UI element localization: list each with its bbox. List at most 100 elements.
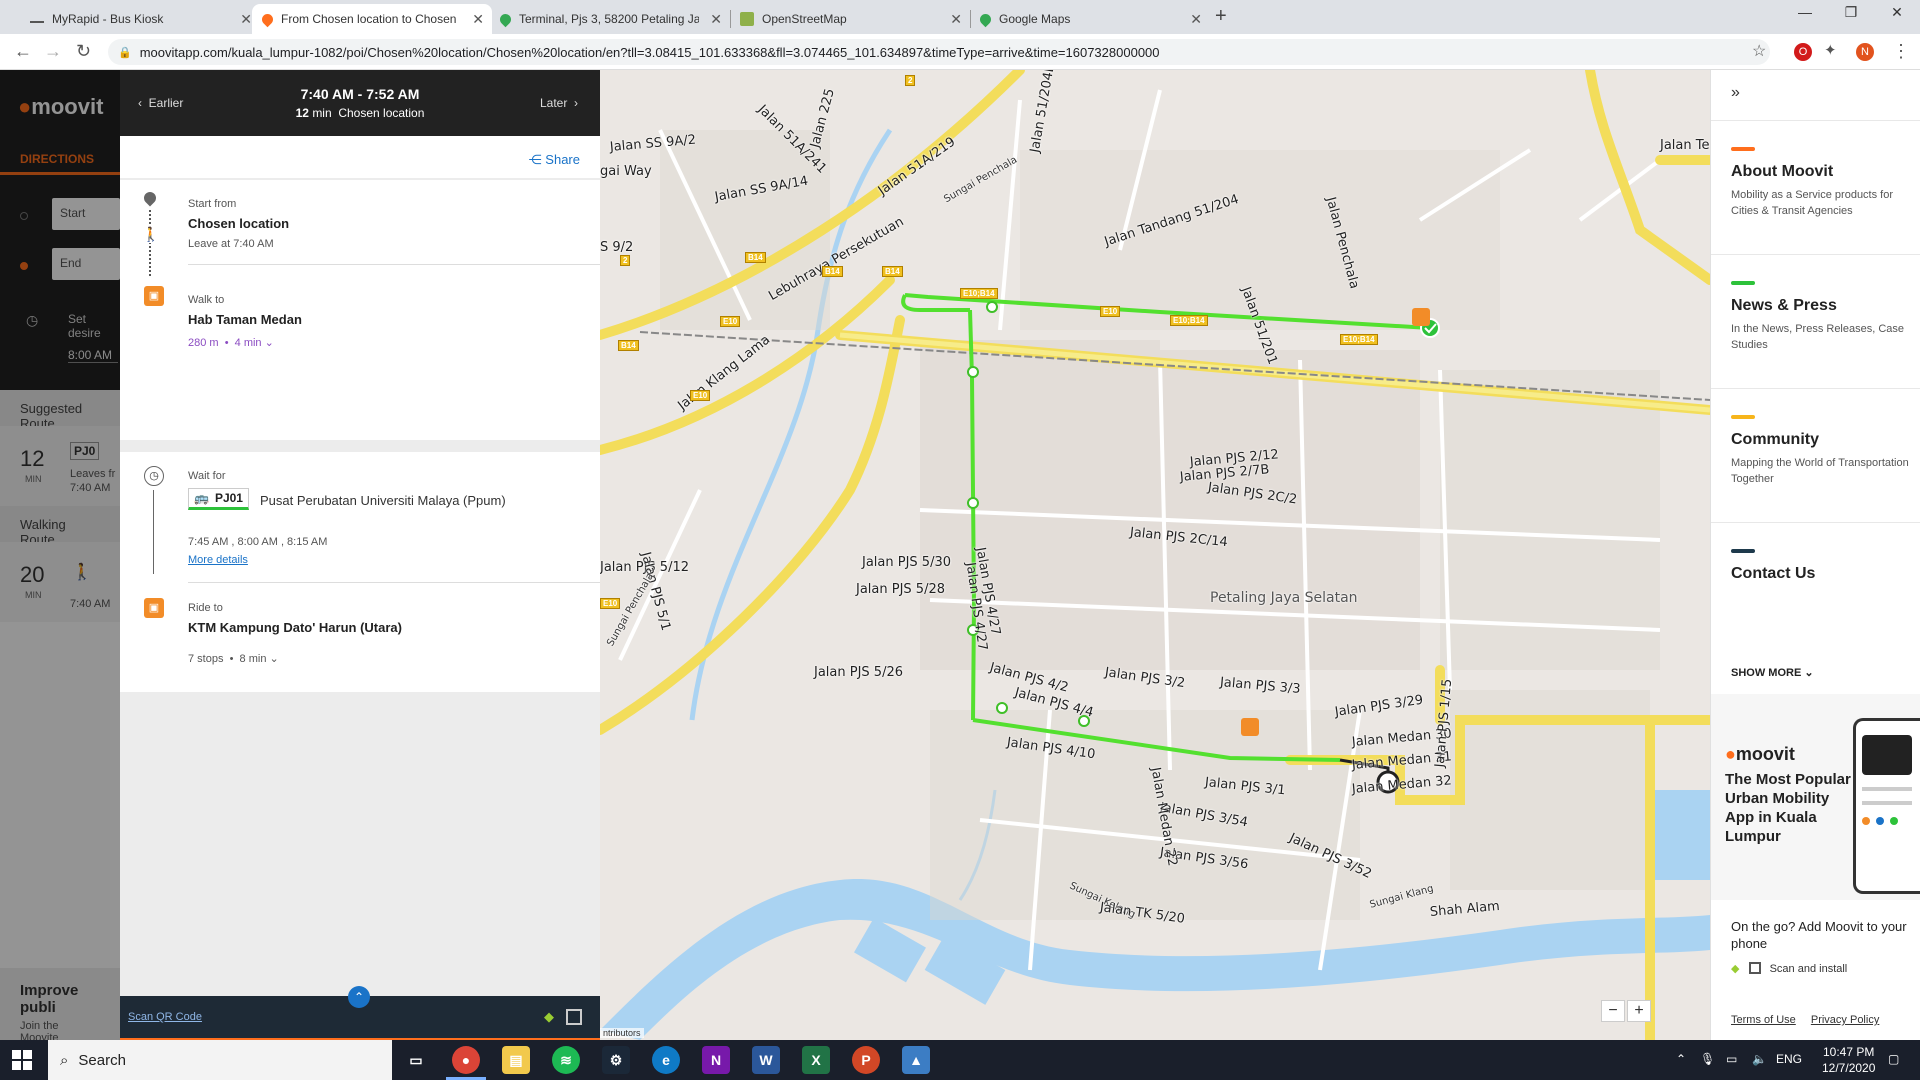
chevron-up-icon[interactable]: ⌃ (348, 986, 370, 1008)
divider (188, 264, 600, 265)
new-tab-button[interactable]: + (1215, 5, 1227, 28)
steps-card-2: ◷ Wait for 🚌 PJ01 Pusat Perubatan Univer… (120, 452, 600, 692)
maps-pin-icon (977, 11, 994, 27)
mini-icon (30, 15, 44, 23)
close-icon[interactable]: ✕ (1190, 11, 1202, 28)
item-desc: In the News, Press Releases, Case Studie… (1731, 323, 1905, 351)
more-details-link[interactable]: More details (188, 554, 248, 566)
sidebar-item-community[interactable]: Community Mapping the World of Transport… (1711, 388, 1920, 522)
sidebar-item-contact[interactable]: Contact Us (1711, 522, 1920, 656)
close-icon[interactable]: ✕ (472, 11, 484, 28)
notifications-icon[interactable]: ▢ (1888, 1052, 1899, 1066)
panel-header: ‹ Earlier 7:40 AM - 7:52 AM 12 min Chose… (120, 70, 600, 136)
chevron-up-icon[interactable]: ⌃ (1676, 1052, 1686, 1066)
street-label: Jalan PJS 5/28 (856, 582, 946, 597)
tab-openstreetmap[interactable]: OpenStreetMap ✕ (730, 4, 970, 34)
taskbar-search[interactable]: ⌕ Search (48, 1040, 392, 1080)
clock[interactable]: 10:47 PM 12/7/2020 (1822, 1044, 1875, 1076)
minimize-button[interactable]: — (1782, 4, 1828, 20)
microphone-icon[interactable]: 🎙 (1700, 1052, 1715, 1066)
item-desc: Mapping the World of Transportation Toge… (1731, 457, 1909, 485)
android-icon: ◆ (544, 1009, 554, 1024)
file-explorer-icon[interactable]: ▤ (502, 1046, 530, 1074)
tab-label: Terminal, Pjs 3, 58200 Petaling Ja (519, 12, 699, 26)
bookmark-star-icon[interactable]: ☆ (1752, 41, 1766, 61)
line-badge[interactable]: 🚌 PJ01 (188, 488, 249, 510)
language-indicator[interactable]: ENG (1776, 1052, 1802, 1066)
road-shield: 2 (905, 75, 916, 86)
directions-panel: ‹ Earlier 7:40 AM - 7:52 AM 12 min Chose… (120, 70, 600, 1040)
road-shield: 2 (620, 255, 631, 266)
app-promo[interactable]: ●moovit The Most Popular Urban Mobility … (1711, 694, 1920, 900)
forward-icon[interactable]: → (44, 41, 62, 62)
step-label: Wait for (188, 470, 226, 482)
later-button[interactable]: Later › (540, 96, 578, 110)
map-canvas (600, 70, 1710, 1040)
photos-icon[interactable]: ▲ (902, 1046, 930, 1074)
collapse-sidebar-icon[interactable]: » (1731, 84, 1740, 102)
window-close-button[interactable]: ✕ (1874, 4, 1920, 21)
show-more-button[interactable]: SHOW MORE ⌄ (1731, 666, 1814, 679)
edge-icon[interactable]: e (652, 1046, 680, 1074)
street-label: Jalan Te (1660, 138, 1710, 153)
powerpoint-icon[interactable]: P (852, 1046, 880, 1074)
tab-label: From Chosen location to Chosen (281, 12, 457, 26)
reload-icon[interactable]: ↻ (76, 41, 91, 62)
spotify-icon[interactable]: ≋ (552, 1046, 580, 1074)
tab-label: MyRapid - Bus Kiosk (52, 12, 164, 26)
volume-icon[interactable]: 🔈 (1752, 1052, 1767, 1066)
chrome-icon[interactable]: ● (452, 1046, 480, 1074)
word-icon[interactable]: W (752, 1046, 780, 1074)
close-icon[interactable]: ✕ (710, 11, 722, 28)
road-shield: E10;B14 (1170, 315, 1208, 326)
panel-footer: ⌃ Scan QR Code ◆ (120, 986, 600, 1040)
tab-mybus-kiosk[interactable]: MyRapid - Bus Kiosk ✕ (20, 4, 260, 34)
share-icon: ⋲ (528, 152, 546, 167)
sidebar-item-news[interactable]: News & Press In the News, Press Releases… (1711, 254, 1920, 388)
onthego-text: On the go? Add Moovit to your phone (1731, 919, 1907, 951)
excel-icon[interactable]: X (802, 1046, 830, 1074)
task-view-icon[interactable]: ▭ (402, 1046, 430, 1074)
tab-label: OpenStreetMap (762, 12, 847, 26)
terms-link[interactable]: Terms of Use (1731, 1014, 1796, 1026)
url-input[interactable]: 🔒 moovitapp.com/kuala_lumpur-1082/poi/Ch… (108, 39, 1770, 65)
share-button[interactable]: ⋲ Share (529, 152, 580, 168)
windows-start-icon[interactable] (12, 1050, 32, 1070)
network-icon[interactable]: ▭ (1726, 1052, 1737, 1066)
avatar[interactable]: N (1856, 43, 1874, 61)
step-sub: Leave at 7:40 AM (188, 238, 274, 250)
bus-stop-icon (1412, 308, 1430, 326)
walk-details[interactable]: 280 m • 4 min ⌄ (188, 336, 274, 349)
tab-moovit[interactable]: From Chosen location to Chosen ✕ (252, 4, 492, 34)
map-attribution[interactable]: ntributors (600, 1028, 644, 1038)
ride-details[interactable]: 7 stops • 8 min ⌄ (188, 652, 279, 665)
zoom-in-button[interactable]: + (1627, 1000, 1651, 1022)
street-label: Jalan PJS 5/30 (862, 555, 952, 570)
tab-google-maps[interactable]: Google Maps ✕ (970, 4, 1210, 34)
map[interactable]: Jalan SS 9A/2 Jalan SS 9A/14 Jalan 51A/241… (600, 70, 1710, 1040)
onenote-icon[interactable]: N (702, 1046, 730, 1074)
step-title: KTM Kampung Dato' Harun (Utara) (188, 620, 402, 635)
url-text: moovitapp.com/kuala_lumpur-1082/poi/Chos… (139, 44, 1160, 60)
browser-tab-bar: MyRapid - Bus Kiosk ✕ From Chosen locati… (0, 0, 1920, 34)
accent-bar (1731, 147, 1755, 151)
sidebar-item-about[interactable]: About Moovit Mobility as a Service produ… (1711, 120, 1920, 254)
steam-icon[interactable]: ⚙ (602, 1046, 630, 1074)
back-icon[interactable]: ← (14, 41, 32, 62)
road-shield: B14 (745, 252, 766, 263)
close-icon[interactable]: ✕ (240, 11, 252, 28)
tab-terminal[interactable]: Terminal, Pjs 3, 58200 Petaling Ja ✕ (490, 4, 730, 34)
scan-install-button[interactable]: ◆ Scan and install (1731, 962, 1847, 975)
privacy-link[interactable]: Privacy Policy (1811, 1014, 1879, 1026)
scan-qr-link[interactable]: Scan QR Code (128, 1011, 202, 1023)
chevron-down-icon: ⌄ (269, 653, 279, 665)
close-icon[interactable]: ✕ (950, 11, 962, 28)
accent-bar (1731, 549, 1755, 553)
qr-code-icon[interactable] (566, 1009, 582, 1025)
menu-kebab-icon[interactable]: ⋮ (1892, 41, 1910, 62)
phone-mockup (1853, 718, 1920, 894)
zoom-out-button[interactable]: − (1601, 1000, 1625, 1022)
extensions-puzzle-icon[interactable]: ✦ (1824, 41, 1837, 59)
maximize-button[interactable]: ❐ (1828, 4, 1874, 21)
opera-extension-icon[interactable]: O (1794, 43, 1812, 61)
